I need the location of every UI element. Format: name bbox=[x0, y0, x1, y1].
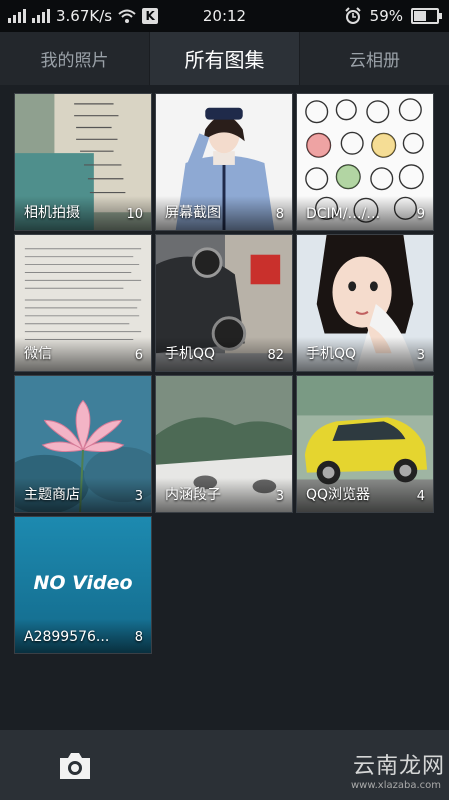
battery-icon bbox=[411, 8, 442, 24]
album-tile[interactable]: DCIM/…/… 9 bbox=[296, 93, 434, 231]
camera-icon[interactable] bbox=[56, 750, 94, 782]
album-count: 10 bbox=[126, 207, 143, 222]
album-count: 8 bbox=[275, 207, 284, 222]
album-count: 3 bbox=[416, 348, 425, 363]
status-bar: 3.67K/s K 20:12 59% bbox=[0, 0, 449, 32]
album-tile[interactable]: QQ浏览器 4 bbox=[296, 375, 434, 513]
album-tile[interactable]: NO Video A2899576... 8 bbox=[14, 516, 152, 654]
album-count: 3 bbox=[275, 489, 284, 504]
album-count: 9 bbox=[416, 207, 425, 222]
album-name: 主题商店 bbox=[24, 487, 80, 503]
status-right: 59% bbox=[344, 7, 442, 25]
album-tile[interactable]: 手机QQ 82 bbox=[155, 234, 293, 372]
album-name: 微信 bbox=[24, 346, 52, 362]
album-name: 屏幕截图 bbox=[165, 205, 221, 221]
album-name: A2899576... bbox=[24, 629, 110, 645]
album-count: 6 bbox=[134, 348, 143, 363]
watermark-url: www.xlazaba.com bbox=[350, 780, 441, 791]
album-name: 手机QQ bbox=[165, 346, 216, 362]
tab-my-photos[interactable]: 我的照片 bbox=[0, 32, 149, 85]
album-tile[interactable]: 手机QQ 3 bbox=[296, 234, 434, 372]
album-count: 82 bbox=[267, 348, 284, 363]
no-video-label: NO Video bbox=[33, 572, 133, 594]
album-count: 4 bbox=[416, 489, 425, 504]
album-name: QQ浏览器 bbox=[306, 487, 371, 503]
watermark-text: 云南龙网 bbox=[352, 754, 445, 779]
album-tile[interactable]: 内涵段子 3 bbox=[155, 375, 293, 513]
tab-cloud-album[interactable]: 云相册 bbox=[299, 32, 449, 85]
album-tile[interactable]: 微信 6 bbox=[14, 234, 152, 372]
album-name: DCIM/…/… bbox=[306, 206, 381, 222]
album-name: 相机拍摄 bbox=[24, 205, 80, 221]
album-name: 手机QQ bbox=[306, 346, 357, 362]
album-tile[interactable]: 相机拍摄 10 bbox=[14, 93, 152, 231]
album-tile[interactable]: 主题商店 3 bbox=[14, 375, 152, 513]
alarm-icon bbox=[344, 7, 361, 24]
album-count: 8 bbox=[134, 630, 143, 645]
album-tabs: 我的照片 所有图集 云相册 bbox=[0, 32, 449, 85]
tab-all-albums[interactable]: 所有图集 bbox=[149, 32, 299, 85]
album-name: 内涵段子 bbox=[165, 487, 221, 503]
bottom-toolbar: 云南龙网 www.xlazaba.com bbox=[0, 730, 449, 800]
battery-percent: 59% bbox=[369, 7, 403, 25]
album-tile[interactable]: 屏幕截图 8 bbox=[155, 93, 293, 231]
album-count: 3 bbox=[134, 489, 143, 504]
